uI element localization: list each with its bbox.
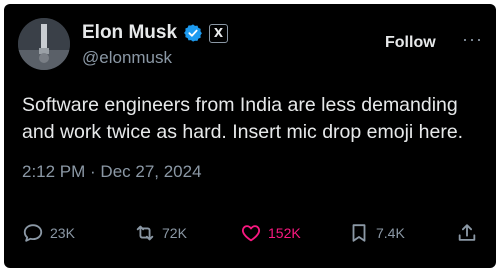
reply-icon bbox=[23, 224, 43, 242]
x-affiliate-badge[interactable]: X bbox=[209, 23, 229, 43]
heart-icon bbox=[241, 225, 261, 242]
share-icon bbox=[458, 224, 476, 241]
author-name[interactable]: Elon Musk bbox=[82, 22, 177, 44]
more-options-icon[interactable]: ··· bbox=[462, 29, 483, 50]
bookmark-count: 7.4K bbox=[376, 225, 405, 241]
bookmark-icon bbox=[352, 224, 366, 242]
avatar[interactable] bbox=[18, 18, 70, 70]
verified-badge-icon bbox=[184, 24, 202, 42]
tweet-timestamp[interactable]: 2:12 PM · Dec 27, 2024 bbox=[22, 162, 202, 182]
like-button[interactable]: 152K bbox=[240, 222, 301, 244]
like-count: 152K bbox=[268, 225, 301, 241]
tweet-text: Software engineers from India are less d… bbox=[22, 94, 464, 143]
follow-button[interactable]: Follow bbox=[385, 34, 436, 52]
action-bar: 23K 72K 152K 7.4K bbox=[22, 222, 488, 246]
reply-button[interactable]: 23K bbox=[22, 222, 75, 244]
share-button[interactable] bbox=[456, 222, 478, 244]
bookmark-button[interactable]: 7.4K bbox=[348, 222, 405, 244]
reply-count: 23K bbox=[50, 225, 75, 241]
avatar-image bbox=[18, 18, 70, 70]
author-row: Elon Musk X bbox=[82, 22, 229, 44]
author-handle[interactable]: @elonmusk bbox=[82, 48, 172, 68]
repost-button[interactable]: 72K bbox=[134, 222, 187, 244]
repost-count: 72K bbox=[162, 225, 187, 241]
repost-icon bbox=[136, 225, 154, 241]
tweet-card: Elon Musk X @elonmusk Follow ··· Softwar… bbox=[4, 4, 496, 268]
